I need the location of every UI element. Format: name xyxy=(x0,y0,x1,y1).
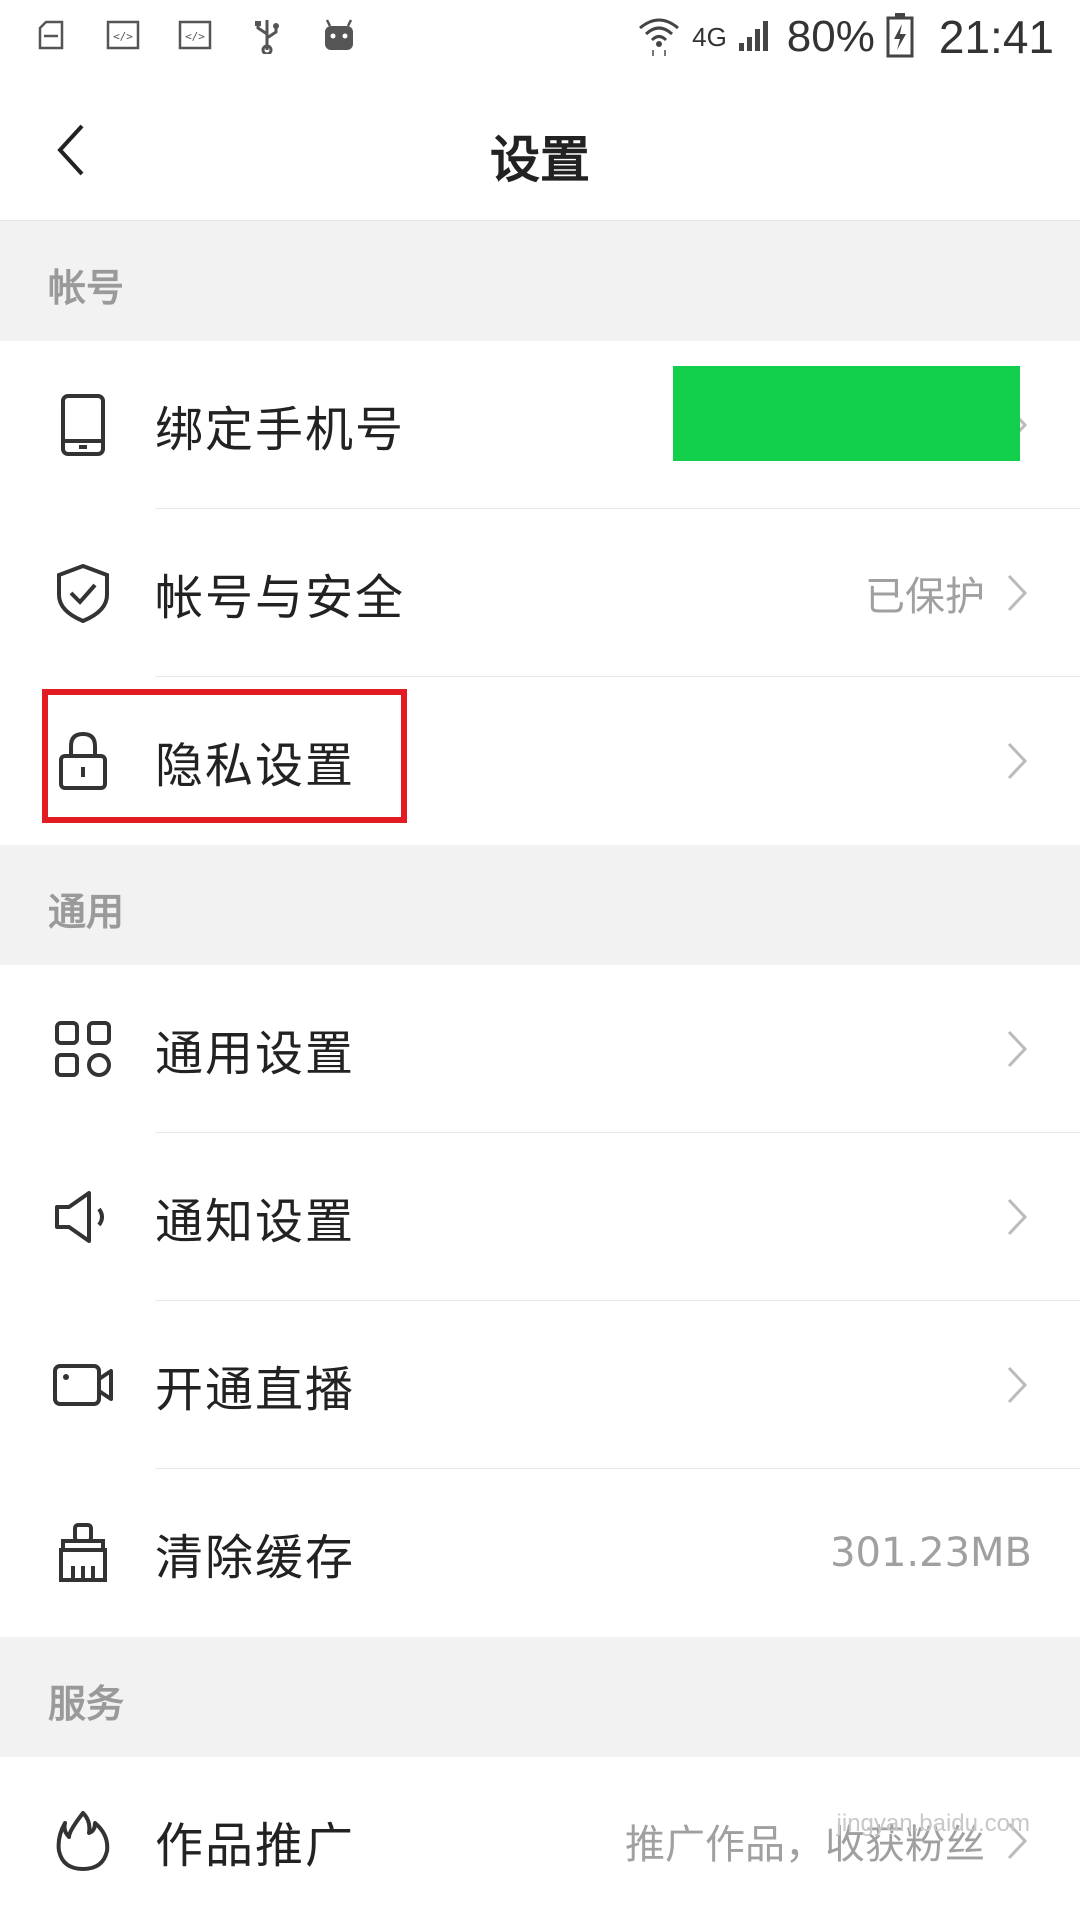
row-label: 作品推广 xyxy=(155,1818,356,1874)
row-label: 通知设置 xyxy=(155,1194,356,1250)
row-label: 绑定手机号 xyxy=(155,402,406,458)
section-header-general: 通用 xyxy=(0,845,1080,965)
signal-icon xyxy=(737,15,777,59)
clock: 21:41 xyxy=(938,11,1054,63)
chevron-right-icon xyxy=(1002,1024,1032,1074)
highlight-box xyxy=(42,689,407,823)
chevron-right-icon xyxy=(1002,1192,1032,1242)
code-icon: </> xyxy=(100,12,146,58)
watermark: jingyan.baidu.com xyxy=(836,1810,1030,1837)
section-header-service: 服务 xyxy=(0,1637,1080,1757)
status-right: 4G 80% 21:41 xyxy=(636,10,1054,64)
row-clear-cache[interactable]: 清除缓存 301.23MB xyxy=(0,1469,1080,1637)
chevron-right-icon xyxy=(1002,1360,1032,1410)
shield-check-icon xyxy=(48,558,118,628)
row-label: 通用设置 xyxy=(155,1026,356,1082)
code-icon: </> xyxy=(172,12,218,58)
speaker-icon xyxy=(48,1182,118,1252)
row-notification-settings[interactable]: 通知设置 xyxy=(0,1133,1080,1301)
section-title: 通用 xyxy=(48,890,125,934)
row-account-security[interactable]: 帐号与安全 已保护 xyxy=(0,509,1080,677)
clipboard-icon xyxy=(28,12,74,58)
section-title: 帐号 xyxy=(48,266,125,310)
broom-icon xyxy=(48,1518,118,1588)
wifi-icon xyxy=(636,12,682,62)
phone-icon xyxy=(48,390,118,460)
row-label: 开通直播 xyxy=(155,1362,356,1418)
svg-text:</>: </> xyxy=(113,30,133,43)
row-open-live[interactable]: 开通直播 xyxy=(0,1301,1080,1469)
row-general-settings[interactable]: 通用设置 xyxy=(0,965,1080,1133)
usb-icon xyxy=(244,12,290,58)
redaction-block xyxy=(673,366,1020,461)
row-label: 帐号与安全 xyxy=(155,570,406,626)
android-icon xyxy=(316,12,362,58)
row-value: 已保护 xyxy=(865,574,985,620)
section-header-account: 帐号 xyxy=(0,221,1080,341)
battery-charging-icon xyxy=(885,12,915,62)
cache-size: 301.23MB xyxy=(830,1530,1032,1576)
svg-text:</>: </> xyxy=(185,30,205,43)
navigation-bar: 设置 xyxy=(0,80,1080,221)
status-left-icons: </> </> xyxy=(28,12,362,58)
row-label: 清除缓存 xyxy=(155,1530,356,1586)
battery-percent: 80% xyxy=(786,12,875,61)
chevron-right-icon xyxy=(1002,736,1032,786)
video-camera-icon xyxy=(48,1350,118,1420)
section-title: 服务 xyxy=(48,1682,125,1726)
flame-icon xyxy=(48,1806,118,1876)
status-bar: </> </> 4G 80% 21:41 xyxy=(0,0,1080,80)
page-title: 设置 xyxy=(490,131,590,189)
network-type: 4G xyxy=(692,21,727,52)
chevron-right-icon xyxy=(1002,568,1032,618)
row-promote-works[interactable]: 作品推广 推广作品，收获粉丝 xyxy=(0,1757,1080,1925)
grid-icon xyxy=(48,1014,118,1084)
